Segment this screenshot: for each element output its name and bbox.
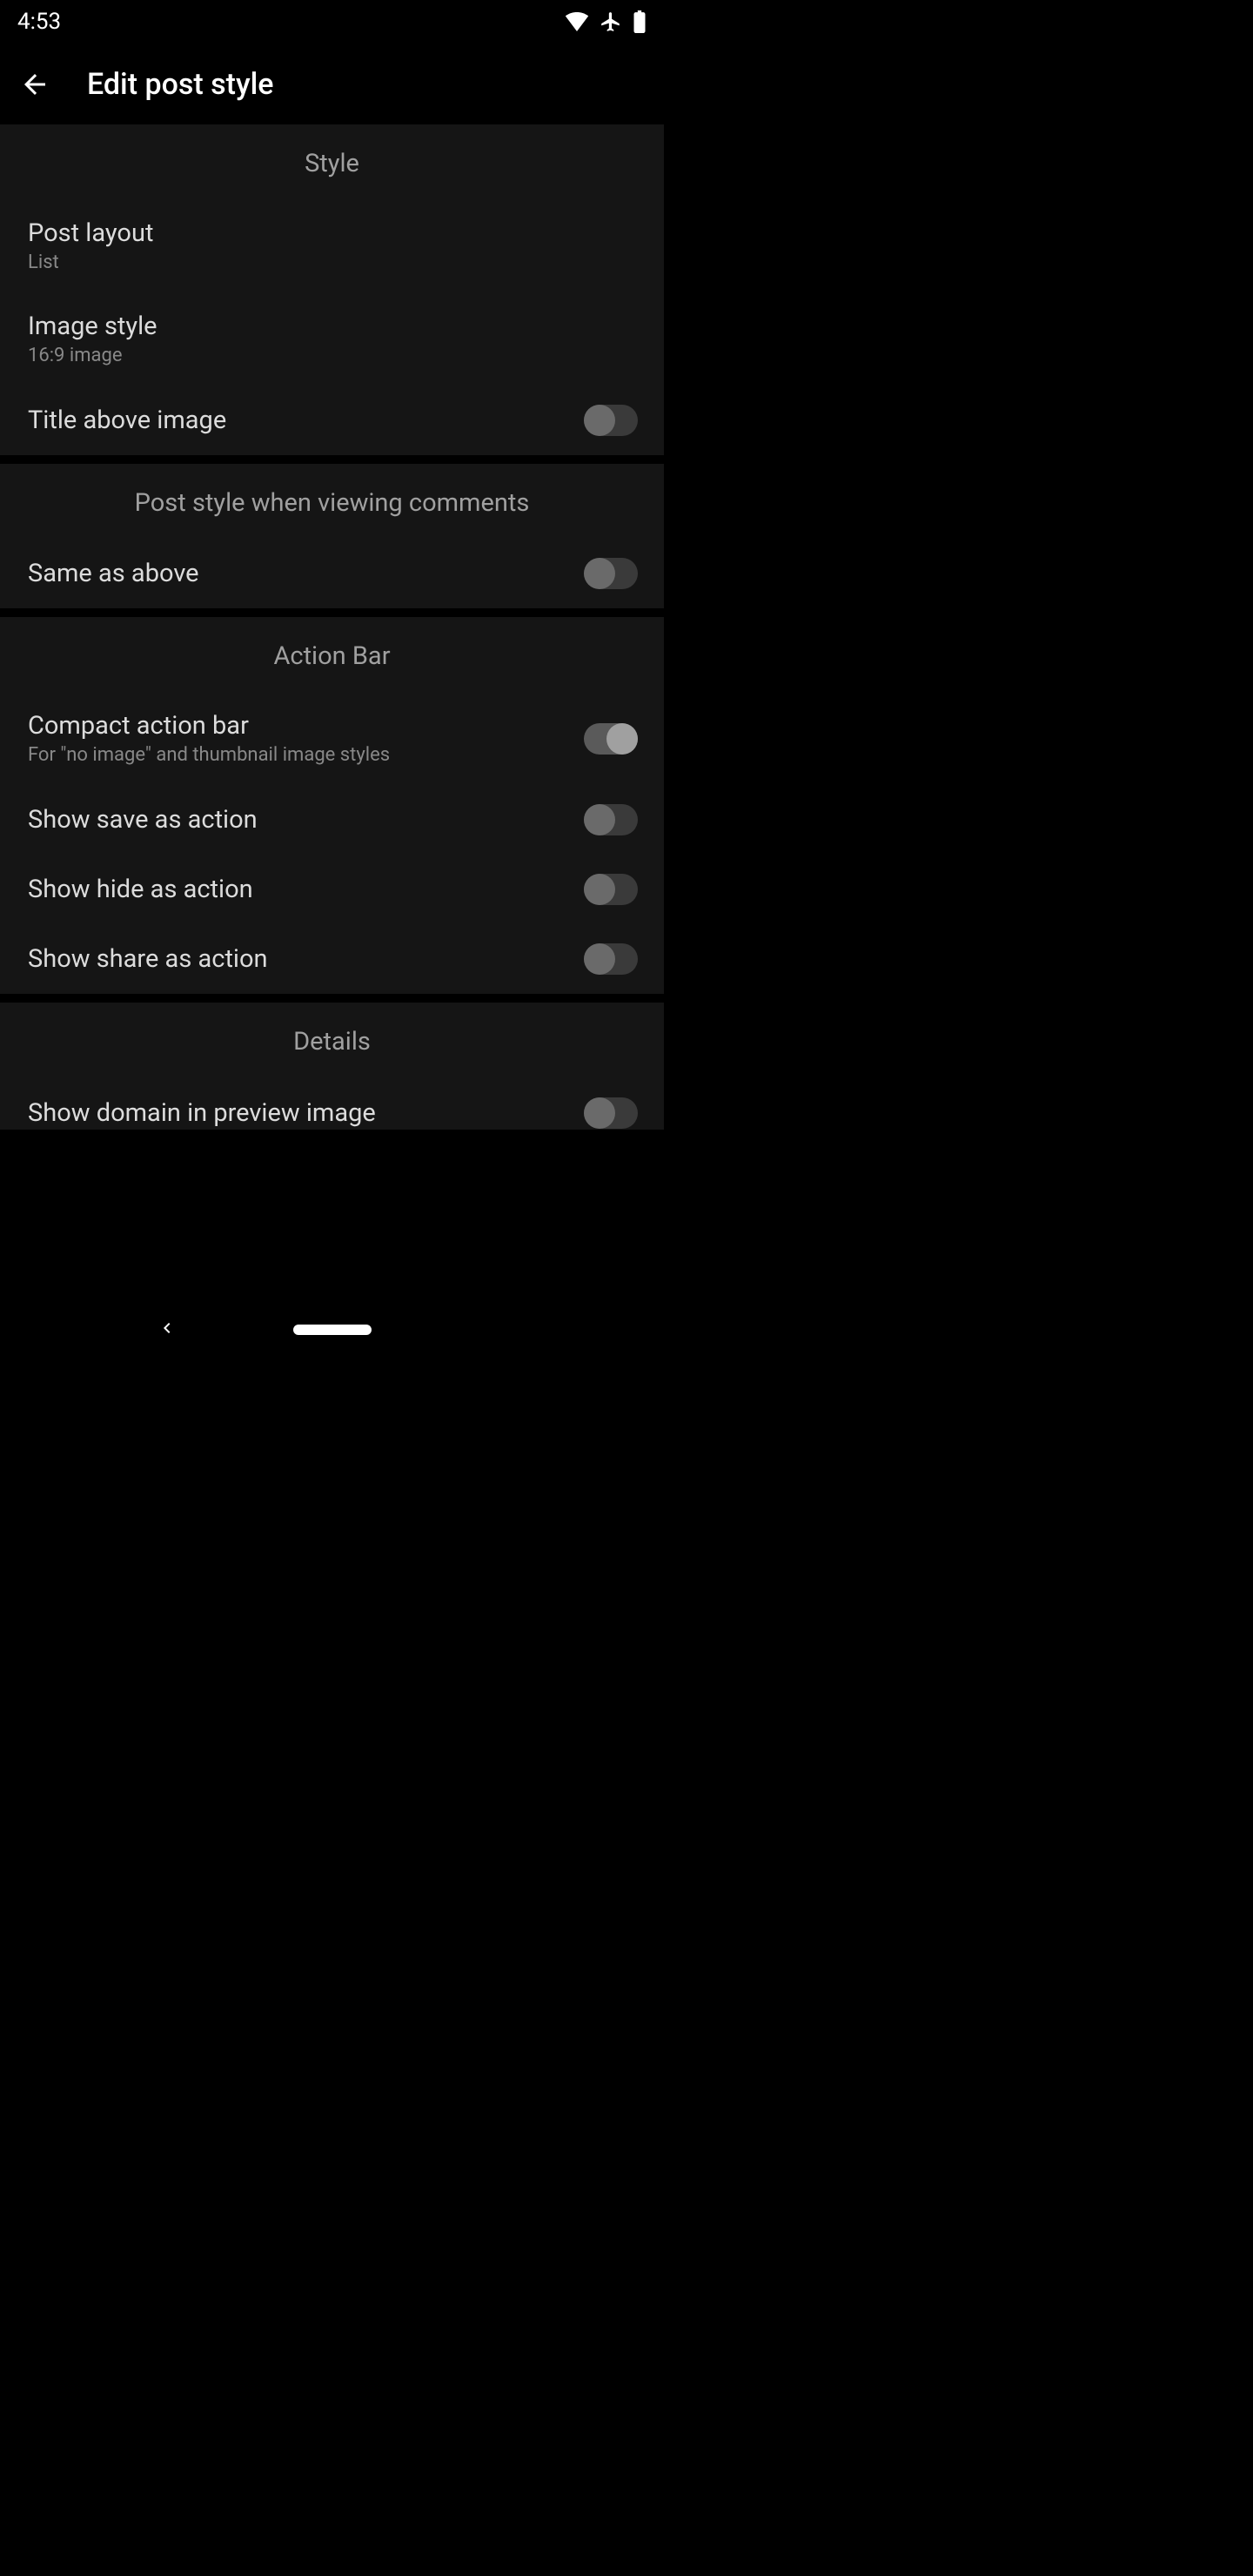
section-details: Details Show domain in preview image	[0, 1003, 664, 1130]
setting-title: Post layout	[28, 218, 153, 248]
section-style: Style Post layout List Image style 16:9 …	[0, 124, 664, 455]
wifi-icon	[565, 12, 589, 31]
setting-post-layout[interactable]: Post layout List	[0, 199, 664, 292]
setting-show-save[interactable]: Show save as action	[0, 785, 664, 855]
setting-value: 16:9 image	[28, 345, 157, 366]
chevron-left-icon	[157, 1318, 178, 1338]
section-header-comments: Post style when viewing comments	[0, 464, 664, 539]
setting-show-domain[interactable]: Show domain in preview image	[0, 1077, 664, 1130]
toggle-title-above-image[interactable]	[584, 405, 638, 436]
content-area: Style Post layout List Image style 16:9 …	[0, 124, 664, 1130]
section-header-details: Details	[0, 1003, 664, 1077]
section-header-style: Style	[0, 124, 664, 199]
setting-title: Title above image	[28, 406, 226, 435]
arrow-left-icon	[19, 69, 50, 100]
page-title: Edit post style	[87, 67, 274, 102]
setting-value: List	[28, 252, 153, 273]
setting-compact-action-bar[interactable]: Compact action bar For "no image" and th…	[0, 692, 664, 785]
setting-show-hide[interactable]: Show hide as action	[0, 855, 664, 924]
status-bar: 4:53	[0, 0, 664, 44]
setting-title: Compact action bar	[28, 711, 390, 741]
status-time: 4:53	[17, 9, 61, 35]
setting-title: Show domain in preview image	[28, 1098, 376, 1128]
setting-title: Image style	[28, 312, 157, 341]
battery-icon	[633, 10, 647, 33]
toggle-show-domain[interactable]	[584, 1097, 638, 1129]
app-bar: Edit post style	[0, 44, 664, 124]
setting-same-as-above[interactable]: Same as above	[0, 539, 664, 608]
toggle-compact-action-bar[interactable]	[584, 723, 638, 755]
setting-title: Show save as action	[28, 805, 258, 835]
back-button[interactable]	[17, 67, 52, 102]
status-icons	[565, 10, 647, 33]
toggle-show-hide[interactable]	[584, 874, 638, 905]
setting-show-share[interactable]: Show share as action	[0, 924, 664, 994]
setting-title-above-image[interactable]: Title above image	[0, 386, 664, 455]
toggle-show-save[interactable]	[584, 804, 638, 835]
setting-title: Show share as action	[28, 944, 268, 974]
toggle-show-share[interactable]	[584, 943, 638, 975]
setting-title: Show hide as action	[28, 875, 253, 904]
section-header-action-bar: Action Bar	[0, 617, 664, 692]
section-comments-view: Post style when viewing comments Same as…	[0, 464, 664, 608]
nav-home-pill[interactable]	[293, 1325, 372, 1335]
setting-subtitle: For "no image" and thumbnail image style…	[28, 744, 390, 766]
navigation-bar	[0, 1295, 664, 1365]
setting-title: Same as above	[28, 559, 199, 588]
airplane-icon	[600, 10, 622, 33]
section-action-bar: Action Bar Compact action bar For "no im…	[0, 617, 664, 994]
setting-image-style[interactable]: Image style 16:9 image	[0, 292, 664, 386]
toggle-same-as-above[interactable]	[584, 558, 638, 589]
nav-back-button[interactable]	[157, 1318, 178, 1342]
